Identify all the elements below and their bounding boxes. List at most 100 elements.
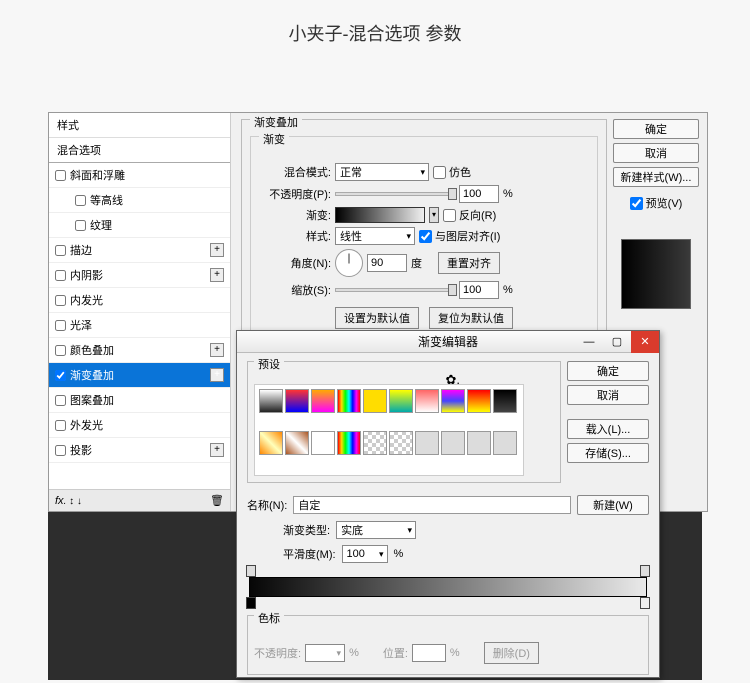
gradient-bar[interactable] xyxy=(249,577,647,597)
scale-slider[interactable] xyxy=(335,288,455,292)
ge-ok-button[interactable]: 确定 xyxy=(567,361,649,381)
style-item-9[interactable]: 图案叠加 xyxy=(49,388,230,413)
preset-swatch[interactable] xyxy=(285,431,309,455)
style-checkbox[interactable] xyxy=(55,395,66,406)
preset-swatch[interactable] xyxy=(259,431,283,455)
gradient-preview[interactable] xyxy=(335,207,425,223)
dither-checkbox[interactable] xyxy=(433,166,446,179)
style-item-5[interactable]: 内发光 xyxy=(49,288,230,313)
style-item-0[interactable]: 斜面和浮雕 xyxy=(49,163,230,188)
preset-swatch[interactable] xyxy=(311,431,335,455)
add-effect-icon[interactable]: + xyxy=(210,268,224,282)
fx-label: fx. ↕ ↓ xyxy=(55,495,82,507)
preset-swatch[interactable] xyxy=(363,431,387,455)
set-default-button[interactable]: 设置为默认值 xyxy=(335,307,419,329)
preset-swatch[interactable] xyxy=(337,389,361,413)
style-item-1[interactable]: 等高线 xyxy=(49,188,230,213)
delete-stop-button: 删除(D) xyxy=(484,642,539,664)
color-stop[interactable] xyxy=(246,597,256,609)
gradient-editor-dialog: 渐变编辑器 — ▢ ✕ 预设 ✿. 确定 取消 载入(L)... 存储(S)..… xyxy=(236,330,660,678)
opacity-input[interactable] xyxy=(459,185,499,203)
style-select[interactable]: 线性 xyxy=(335,227,415,245)
preset-swatch[interactable] xyxy=(441,431,465,455)
style-checkbox[interactable] xyxy=(55,295,66,306)
style-item-3[interactable]: 描边+ xyxy=(49,238,230,263)
stop-opacity-input xyxy=(305,644,345,662)
color-stop[interactable] xyxy=(640,597,650,609)
style-item-label: 光泽 xyxy=(70,317,224,333)
blend-options-header[interactable]: 混合选项 xyxy=(49,138,230,163)
gradient-dropdown[interactable]: ▾ xyxy=(429,207,439,223)
add-effect-icon[interactable]: + xyxy=(210,243,224,257)
dialog-right-buttons: 确定 取消 新建样式(W)... 预览(V) xyxy=(613,119,699,309)
style-checkbox[interactable] xyxy=(55,445,66,456)
style-item-10[interactable]: 外发光 xyxy=(49,413,230,438)
style-checkbox[interactable] xyxy=(55,270,66,281)
preset-swatch[interactable] xyxy=(467,389,491,413)
style-checkbox[interactable] xyxy=(75,195,86,206)
maximize-icon[interactable]: ▢ xyxy=(603,331,631,353)
add-effect-icon[interactable]: + xyxy=(210,343,224,357)
opacity-slider[interactable] xyxy=(335,192,455,196)
angle-label: 角度(N): xyxy=(259,255,331,271)
preset-swatch[interactable] xyxy=(389,431,413,455)
opacity-stop[interactable] xyxy=(246,565,256,577)
style-item-11[interactable]: 投影+ xyxy=(49,438,230,463)
ge-save-button[interactable]: 存储(S)... xyxy=(567,443,649,463)
new-style-button[interactable]: 新建样式(W)... xyxy=(613,167,699,187)
angle-dial[interactable] xyxy=(335,249,363,277)
ok-button[interactable]: 确定 xyxy=(613,119,699,139)
style-checkbox[interactable] xyxy=(55,320,66,331)
minimize-icon[interactable]: — xyxy=(575,331,603,353)
style-checkbox[interactable] xyxy=(55,420,66,431)
reset-align-button[interactable]: 重置对齐 xyxy=(438,252,500,274)
blend-mode-select[interactable]: 正常 xyxy=(335,163,429,181)
preset-swatch[interactable] xyxy=(493,431,517,455)
styles-list-panel: 样式 混合选项 斜面和浮雕等高线纹理描边+内阴影+内发光光泽颜色叠加+渐变叠加+… xyxy=(49,113,231,511)
reset-default-button[interactable]: 复位为默认值 xyxy=(429,307,513,329)
angle-input[interactable] xyxy=(367,254,407,272)
trash-icon[interactable]: 🗑 xyxy=(210,494,224,507)
align-checkbox[interactable] xyxy=(419,230,432,243)
ge-load-button[interactable]: 载入(L)... xyxy=(567,419,649,439)
add-effect-icon[interactable]: + xyxy=(210,443,224,457)
close-icon[interactable]: ✕ xyxy=(631,331,659,353)
preset-swatch[interactable] xyxy=(363,389,387,413)
style-checkbox[interactable] xyxy=(75,220,86,231)
preset-swatch[interactable] xyxy=(259,389,283,413)
style-checkbox[interactable] xyxy=(55,170,66,181)
style-item-label: 图案叠加 xyxy=(70,392,224,408)
preset-swatch[interactable] xyxy=(389,389,413,413)
preset-swatch[interactable] xyxy=(285,389,309,413)
cancel-button[interactable]: 取消 xyxy=(613,143,699,163)
preset-swatch[interactable] xyxy=(493,389,517,413)
scale-input[interactable] xyxy=(459,281,499,299)
preset-swatch[interactable] xyxy=(337,431,361,455)
style-checkbox[interactable] xyxy=(55,370,66,381)
preset-swatch[interactable] xyxy=(311,389,335,413)
preset-swatch[interactable] xyxy=(415,389,439,413)
preset-swatch[interactable] xyxy=(467,431,491,455)
gradient-label: 渐变: xyxy=(259,207,331,223)
preview-checkbox[interactable] xyxy=(630,197,643,210)
ge-new-button[interactable]: 新建(W) xyxy=(577,495,649,515)
style-item-4[interactable]: 内阴影+ xyxy=(49,263,230,288)
style-item-6[interactable]: 光泽 xyxy=(49,313,230,338)
gradient-type-select[interactable]: 实底 xyxy=(336,521,416,539)
preset-swatch[interactable] xyxy=(441,389,465,413)
preset-swatch[interactable] xyxy=(415,431,439,455)
ge-cancel-button[interactable]: 取消 xyxy=(567,385,649,405)
style-checkbox[interactable] xyxy=(55,245,66,256)
section-title: 渐变叠加 xyxy=(250,114,302,130)
name-input[interactable] xyxy=(293,496,571,514)
gradient-editor-titlebar[interactable]: 渐变编辑器 — ▢ ✕ xyxy=(237,331,659,353)
style-item-label: 等高线 xyxy=(90,192,224,208)
add-effect-icon[interactable]: + xyxy=(210,368,224,382)
style-item-8[interactable]: 渐变叠加+ xyxy=(49,363,230,388)
smoothness-input[interactable]: 100 xyxy=(342,545,388,563)
opacity-stop[interactable] xyxy=(640,565,650,577)
style-item-7[interactable]: 颜色叠加+ xyxy=(49,338,230,363)
reverse-checkbox[interactable] xyxy=(443,209,456,222)
style-item-2[interactable]: 纹理 xyxy=(49,213,230,238)
style-checkbox[interactable] xyxy=(55,345,66,356)
